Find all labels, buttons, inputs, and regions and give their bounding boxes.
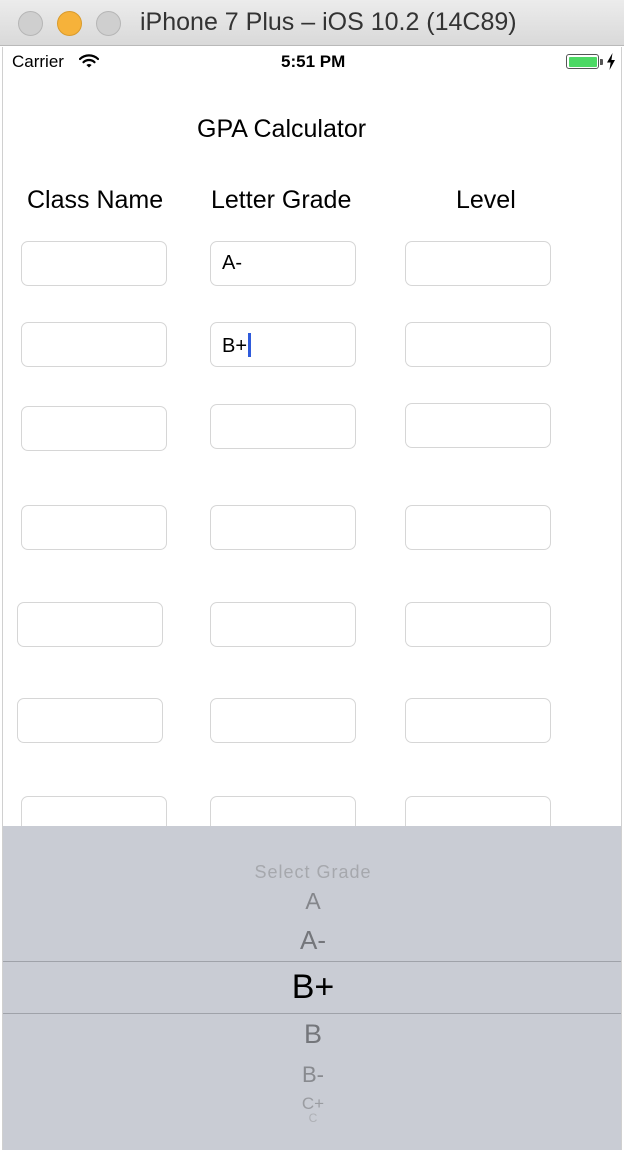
window-zoom-button[interactable] (96, 11, 121, 36)
level-field[interactable] (405, 505, 551, 550)
letter-grade-field[interactable] (210, 505, 356, 550)
letter-grade-value: B+ (222, 335, 248, 357)
grade-picker[interactable]: Select Grade A A- B+ B B- C+ C (3, 826, 621, 1150)
class-name-field[interactable] (21, 505, 167, 550)
letter-grade-value: A- (222, 252, 242, 274)
level-field[interactable] (405, 403, 551, 448)
battery-cap (600, 59, 603, 65)
letter-grade-field[interactable]: A- (210, 241, 356, 286)
column-header-class-name: Class Name (27, 186, 164, 214)
status-bar: Carrier 5:51 PM (3, 47, 621, 77)
window-minimize-button[interactable] (57, 11, 82, 36)
wifi-icon (79, 54, 99, 68)
column-header-level: Level (456, 186, 516, 214)
class-name-field[interactable] (21, 406, 167, 451)
window-title: iPhone 7 Plus – iOS 10.2 (14C89) (140, 8, 517, 36)
device-screen: Carrier 5:51 PM GPA Calculator Class Nam… (2, 47, 622, 1150)
class-name-field[interactable] (17, 698, 163, 743)
picker-option[interactable]: A- (3, 925, 621, 956)
class-name-field[interactable] (17, 602, 163, 647)
level-field[interactable] (405, 698, 551, 743)
charging-bolt-icon (607, 53, 615, 70)
picker-option[interactable]: C (3, 1111, 621, 1125)
letter-grade-field-active[interactable]: B+ (210, 322, 356, 367)
page-title: GPA Calculator (197, 115, 367, 143)
simulator-title-bar: iPhone 7 Plus – iOS 10.2 (14C89) (0, 0, 624, 46)
selection-indicator-bottom (3, 1013, 621, 1014)
column-header-letter-grade: Letter Grade (211, 186, 352, 214)
level-field[interactable] (405, 602, 551, 647)
battery-icon (566, 54, 599, 69)
window-close-button[interactable] (18, 11, 43, 36)
class-name-field[interactable] (21, 241, 167, 286)
picker-prompt: Select Grade (254, 862, 372, 882)
text-cursor (248, 333, 252, 357)
letter-grade-field[interactable] (210, 404, 356, 449)
picker-option[interactable]: B- (3, 1062, 621, 1088)
class-name-field[interactable] (21, 322, 167, 367)
level-field[interactable] (405, 241, 551, 286)
level-field[interactable] (405, 322, 551, 367)
picker-selected-option[interactable]: B+ (3, 968, 621, 1007)
status-time: 5:51 PM (281, 52, 346, 71)
carrier-label: Carrier (12, 52, 64, 71)
letter-grade-field[interactable] (210, 602, 356, 647)
picker-option[interactable]: B (3, 1019, 621, 1050)
selection-indicator-top (3, 961, 621, 962)
picker-option[interactable]: A (3, 888, 621, 915)
letter-grade-field[interactable] (210, 698, 356, 743)
